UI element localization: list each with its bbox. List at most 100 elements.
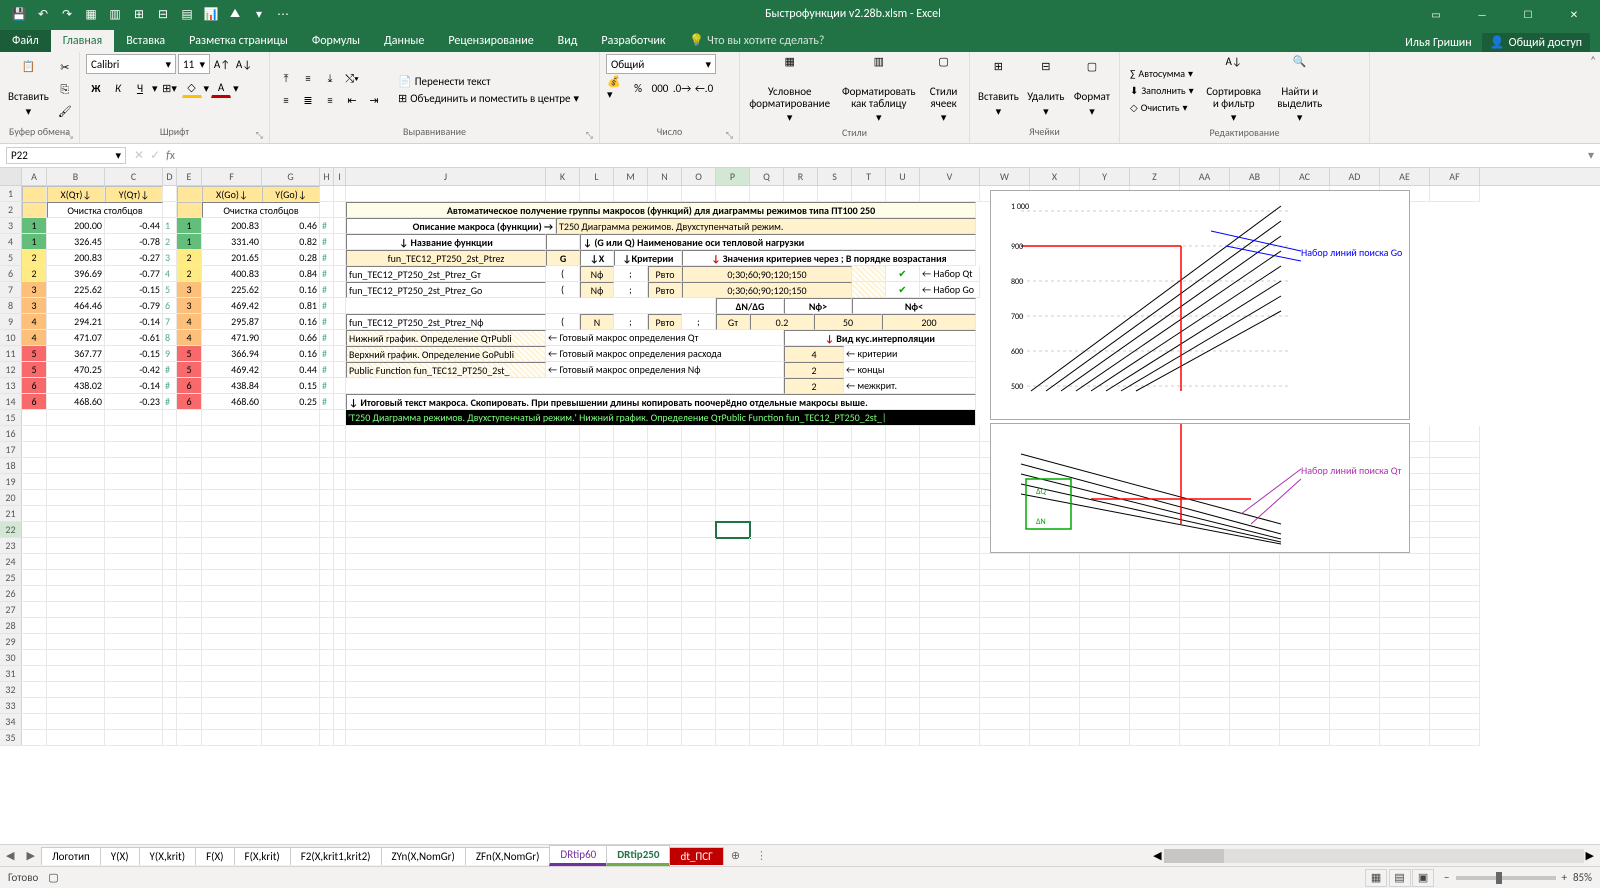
tab-file[interactable]: Файл (0, 30, 51, 52)
merge-center-button[interactable]: ⊞ Объединить и поместить в центре ▾ (394, 91, 583, 106)
decrease-decimal-icon[interactable]: ←.0 (694, 78, 714, 98)
col-D[interactable]: D (163, 168, 177, 185)
col-W[interactable]: W (980, 168, 1030, 185)
select-all-corner[interactable] (0, 168, 22, 185)
increase-decimal-icon[interactable]: .0→ (672, 78, 692, 98)
sheet-tab[interactable]: Y(X) (100, 847, 140, 865)
font-name-select[interactable]: Calibri▾ (86, 54, 176, 74)
zoom-slider[interactable] (1456, 876, 1556, 880)
hscroll-left[interactable]: ◀ (1153, 849, 1161, 862)
redo-icon[interactable]: ↷ (58, 5, 76, 23)
col-AB[interactable]: AB (1230, 168, 1280, 185)
cancel-formula-icon[interactable]: ✕ (134, 148, 144, 163)
col-Y[interactable]: Y (1080, 168, 1130, 185)
qat-btn-7[interactable]: ▾ (250, 5, 268, 23)
qat-chart-icon[interactable]: 📊 (202, 5, 220, 23)
col-Q[interactable]: Q (750, 168, 784, 185)
underline-button[interactable]: Ч (130, 78, 150, 98)
zoom-in-icon[interactable]: + (1562, 871, 1567, 884)
insert-cells-button[interactable]: ⊞Вставить▾ (976, 59, 1021, 119)
delete-cells-button[interactable]: ⊟Удалить▾ (1025, 59, 1067, 119)
col-L[interactable]: L (580, 168, 614, 185)
indent-increase-icon[interactable]: ⇥ (364, 91, 384, 111)
autosum-button[interactable]: ∑ Автосумма ▾ (1126, 66, 1198, 81)
sheet-nav-prev[interactable]: ◀ (0, 849, 20, 862)
qat-btn-4[interactable]: ⊟ (154, 5, 172, 23)
new-sheet-button[interactable]: ⊕ (723, 849, 748, 862)
col-O[interactable]: O (682, 168, 716, 185)
format-cells-button[interactable]: ▢Формат▾ (1071, 59, 1113, 119)
col-M[interactable]: M (614, 168, 648, 185)
sheet-tab[interactable]: F2(X,krit1,krit2) (290, 847, 382, 865)
conditional-formatting-button[interactable]: ▦Условное форматирование▾ (746, 54, 833, 126)
tell-me[interactable]: 💡 Что вы хотите сделать? (677, 29, 836, 52)
sheet-tab-active[interactable]: DRtip250 (606, 845, 670, 866)
sheet-nav-next[interactable]: ▶ (20, 849, 40, 862)
align-bottom-icon[interactable]: ⤓ (320, 69, 340, 89)
tab-view[interactable]: Вид (546, 30, 590, 52)
qat-btn-5[interactable]: ▤ (178, 5, 196, 23)
chart-upper[interactable]: 1 000900 800700 600500 Набор линий поиск… (990, 190, 1410, 420)
share-button[interactable]: 👤 Общий доступ (1482, 33, 1590, 52)
sheet-tab[interactable]: F(X) (195, 847, 234, 865)
tab-layout[interactable]: Разметка страницы (177, 30, 300, 52)
col-C[interactable]: C (105, 168, 163, 185)
fx-icon[interactable]: fx (166, 149, 175, 163)
font-color-icon[interactable]: A (211, 78, 231, 98)
macro-recorder-icon[interactable]: ▢ (48, 871, 58, 884)
undo-icon[interactable]: ↶ (34, 5, 52, 23)
close-icon[interactable]: ✕ (1552, 0, 1596, 28)
qat-btn-8[interactable]: ⋯ (274, 5, 292, 23)
orientation-icon[interactable]: ⤭▾ (342, 69, 362, 89)
wrap-text-button[interactable]: 📄 Перенести текст (394, 74, 583, 89)
qat-btn-3[interactable]: ⊞ (130, 5, 148, 23)
tab-home[interactable]: Главная (51, 30, 114, 52)
find-select-button[interactable]: 🔍Найти и выделить▾ (1270, 54, 1330, 126)
italic-button[interactable]: К (108, 78, 128, 98)
col-H[interactable]: H (320, 168, 334, 185)
col-AC[interactable]: AC (1280, 168, 1330, 185)
minimize-icon[interactable]: — (1460, 0, 1504, 28)
formula-input[interactable] (183, 155, 1582, 157)
number-format-select[interactable]: Общий▾ (606, 54, 716, 74)
col-AA[interactable]: AA (1180, 168, 1230, 185)
decrease-font-icon[interactable]: A↓ (234, 54, 254, 74)
save-icon[interactable]: 💾 (10, 5, 28, 23)
view-pagebreak-icon[interactable]: ▣ (1412, 869, 1434, 887)
cell-styles-button[interactable]: ▢Стили ячеек▾ (924, 54, 963, 126)
view-layout-icon[interactable]: ▤ (1389, 869, 1411, 887)
horizontal-scrollbar[interactable] (1164, 849, 1584, 863)
view-normal-icon[interactable]: ▦ (1365, 869, 1387, 887)
col-R[interactable]: R (784, 168, 818, 185)
font-size-select[interactable]: 11▾ (178, 54, 210, 74)
col-K[interactable]: K (546, 168, 580, 185)
col-E[interactable]: E (177, 168, 202, 185)
format-as-table-button[interactable]: ▥Форматировать как таблицу▾ (837, 54, 920, 126)
user-name[interactable]: Илья Гришин (1405, 36, 1472, 50)
fill-color-icon[interactable]: ◇ (182, 78, 202, 98)
chart-lower[interactable]: ΔQΔN Набор линий поиска Qт (990, 423, 1410, 553)
column-headers[interactable]: A B C D E F G H I J K L M N O P Q R S T … (0, 168, 1600, 186)
qat-btn-6[interactable]: ⛰ (226, 5, 244, 23)
copy-icon[interactable]: ⎘ (55, 80, 75, 100)
sheet-tab[interactable]: Y(X,krit) (139, 847, 197, 865)
align-right-icon[interactable]: ≡ (320, 91, 340, 111)
maximize-icon[interactable]: ☐ (1506, 0, 1550, 28)
tab-developer[interactable]: Разработчик (589, 30, 677, 52)
fill-button[interactable]: ⬇ Заполнить ▾ (1126, 83, 1198, 98)
col-T[interactable]: T (852, 168, 886, 185)
percent-icon[interactable]: % (628, 78, 648, 98)
expand-formula-bar-icon[interactable]: ▾ (1582, 148, 1600, 163)
col-A[interactable]: A (22, 168, 47, 185)
col-F[interactable]: F (202, 168, 262, 185)
sheet-tab[interactable]: DRtip60 (549, 845, 607, 866)
col-V[interactable]: V (920, 168, 980, 185)
col-B[interactable]: B (47, 168, 105, 185)
col-AD[interactable]: AD (1330, 168, 1380, 185)
sheet-tab[interactable]: ZYn(X,NomGr) (381, 847, 466, 865)
align-top-icon[interactable]: ⤒ (276, 69, 296, 89)
border-icon[interactable]: ⊞▾ (160, 78, 180, 98)
paste-button[interactable]: 📋 Вставить▾ (6, 59, 51, 119)
tab-formulas[interactable]: Формулы (300, 30, 372, 52)
zoom-out-icon[interactable]: − (1444, 871, 1449, 884)
